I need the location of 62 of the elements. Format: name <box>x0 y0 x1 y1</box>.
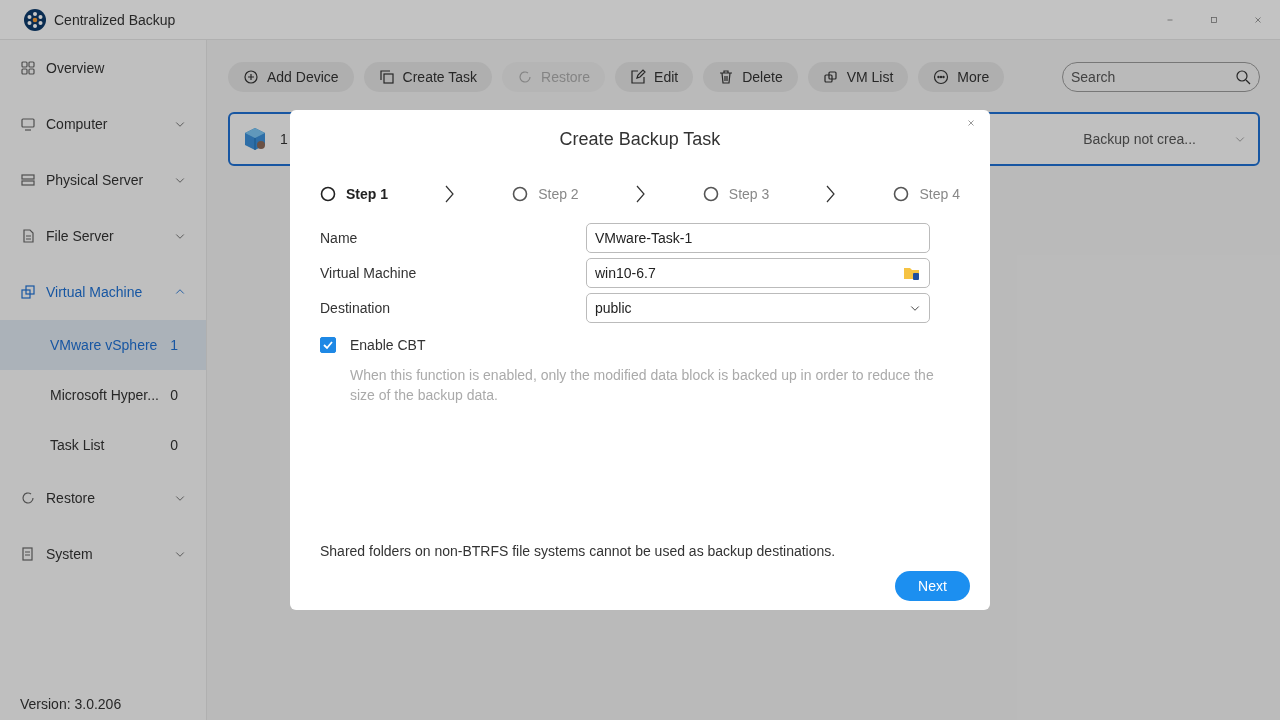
stacked-squares-icon <box>20 284 36 300</box>
sidebar-item[interactable]: Physical Server <box>0 152 206 208</box>
trash-icon <box>718 69 735 85</box>
folder-icon <box>903 265 921 281</box>
monitor-icon <box>20 116 36 132</box>
server-icon <box>20 172 36 188</box>
dialog-title: Create Backup Task <box>558 129 722 150</box>
copy-icon <box>378 69 395 85</box>
toolbar-button[interactable]: Delete <box>703 62 798 92</box>
document-icon <box>20 546 36 562</box>
close-icon <box>966 118 976 128</box>
device-name: 1 <box>280 131 288 147</box>
destination-dropdown[interactable]: public <box>586 293 930 323</box>
app-title: Centralized Backup <box>54 11 177 28</box>
stacked-squares-icon <box>822 69 839 85</box>
file-icon <box>20 228 36 244</box>
circle-icon <box>893 186 910 202</box>
sidebar-subitem[interactable]: Microsoft Hyper... 0 <box>0 370 206 420</box>
circle-icon <box>512 186 529 202</box>
checkbox[interactable] <box>320 337 336 353</box>
field-label: Name <box>320 230 359 246</box>
checkbox-label: Enable CBT <box>350 337 426 353</box>
item-count: 1 <box>170 337 178 353</box>
sidebar-item[interactable]: File Server <box>0 208 206 264</box>
sidebar-item[interactable]: Computer <box>0 96 206 152</box>
device-status: Backup not crea... <box>1083 131 1196 147</box>
toolbar-button[interactable]: More <box>918 62 1005 92</box>
app-logo-icon <box>24 8 46 31</box>
step-tab[interactable]: Step 3 <box>702 186 770 202</box>
grid-icon <box>20 60 36 76</box>
sidebar-item[interactable]: Virtual Machine <box>0 264 206 320</box>
step-tab[interactable]: Step 4 <box>893 186 960 202</box>
more-icon <box>933 69 950 85</box>
toolbar-button[interactable]: Edit <box>615 62 694 92</box>
input-field[interactable]: win10-6.7 <box>586 258 930 288</box>
sidebar-item[interactable]: Restore <box>0 470 206 526</box>
step-tab[interactable]: Step 2 <box>512 186 579 202</box>
search-icon <box>1235 69 1251 85</box>
sidebar-subitem[interactable]: Task List 0 <box>0 420 206 470</box>
plus-circle-icon <box>243 69 259 85</box>
item-count: 0 <box>170 387 178 403</box>
circle-icon <box>320 186 336 202</box>
restore-icon <box>517 69 534 85</box>
sidebar-item[interactable]: System <box>0 526 206 582</box>
version-label: Version: 3.0.206 <box>19 696 123 714</box>
edit-icon <box>630 69 647 85</box>
input-field[interactable]: VMware-Task-1 <box>586 223 930 253</box>
field-label: Virtual Machine <box>320 265 418 281</box>
note-text: Shared folders on non-BTRFS file systems cannot be used as backup destinations. <box>320 543 837 559</box>
close-icon <box>1253 14 1263 25</box>
sidebar-item[interactable]: Overview <box>0 40 206 96</box>
field-label: Destination <box>320 300 392 316</box>
item-count: 0 <box>170 437 178 453</box>
toolbar-button[interactable]: VM List <box>807 62 909 92</box>
circle-icon <box>702 186 719 202</box>
step-tab[interactable]: Step 1 <box>320 186 388 202</box>
toolbar-button[interactable]: Add Device <box>228 62 354 92</box>
maximize-icon <box>1209 14 1219 25</box>
option-description: When this function is enabled, only the modified data block is backed up in order to reduce the size of the backup data. <box>350 366 935 405</box>
restore-icon <box>20 490 36 506</box>
cube-icon <box>242 126 268 152</box>
toolbar-button[interactable]: Create Task <box>363 62 493 92</box>
